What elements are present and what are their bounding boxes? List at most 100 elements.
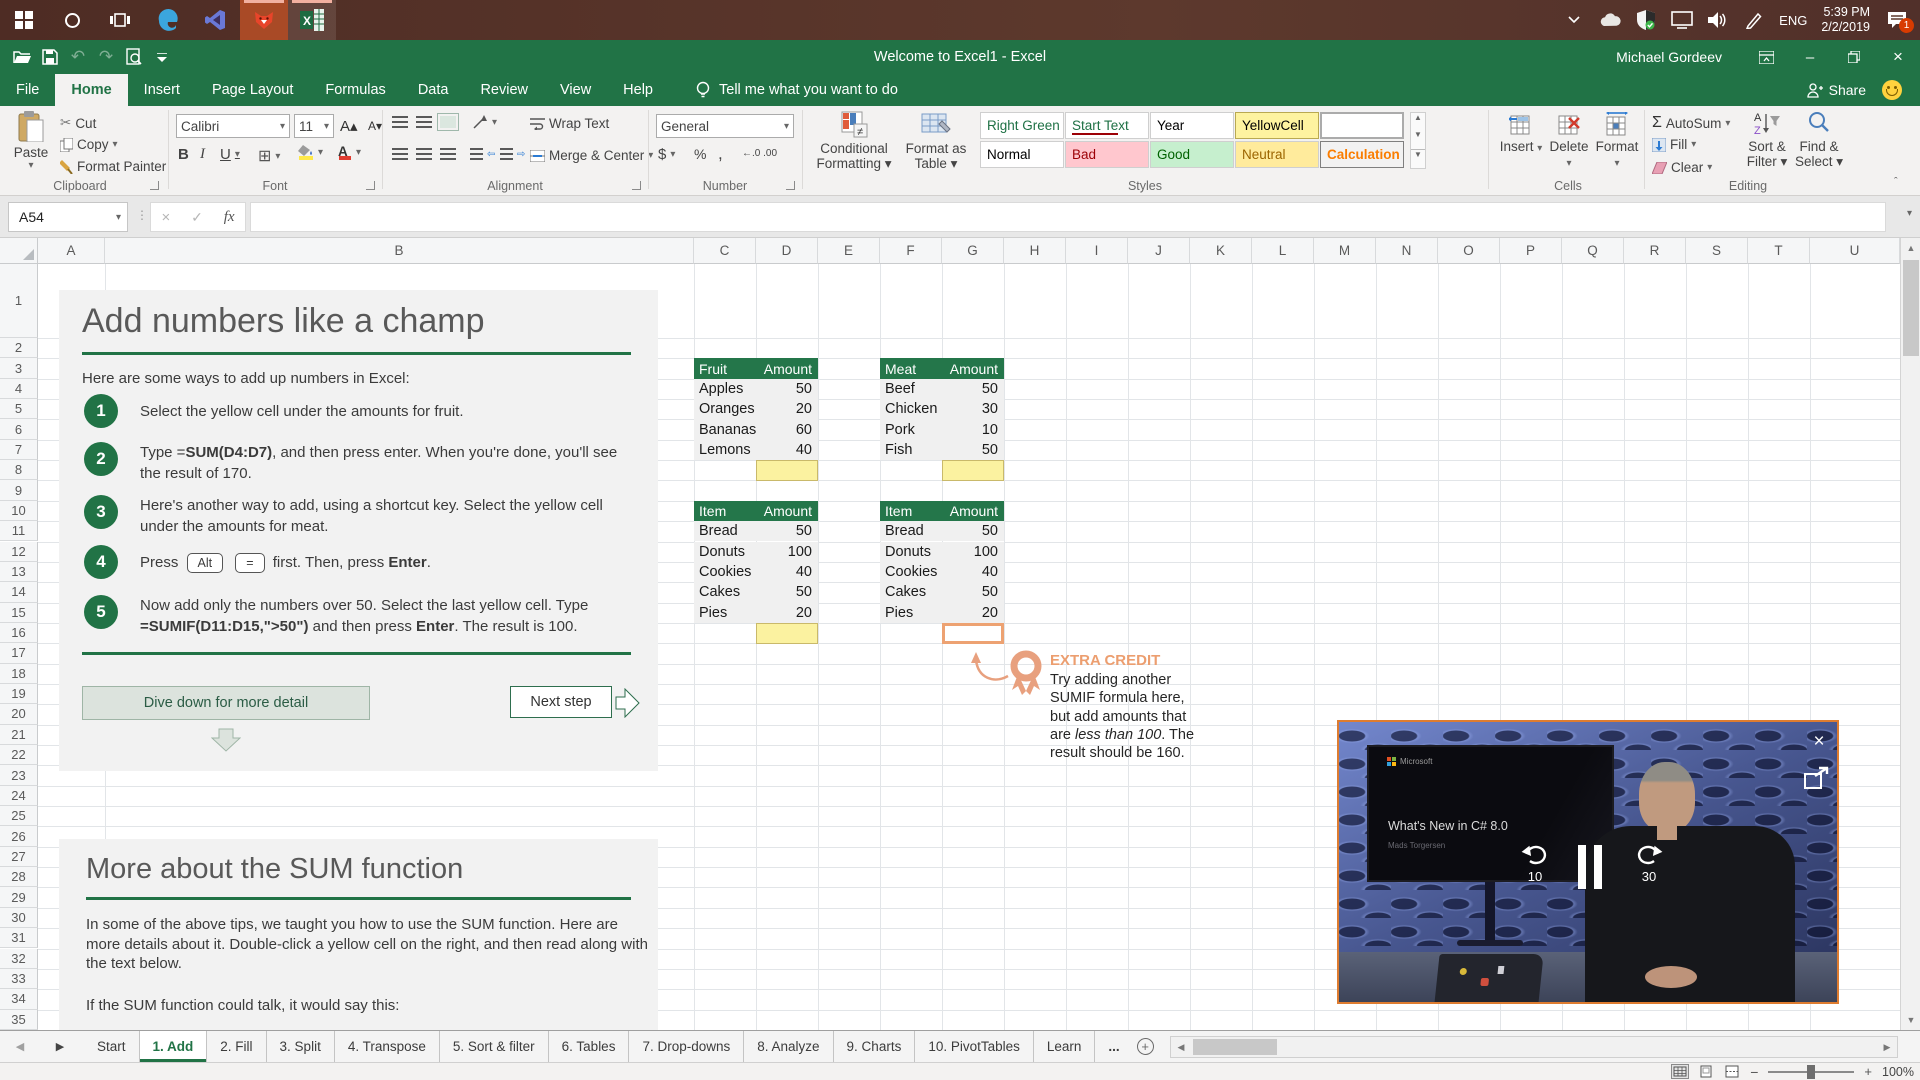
row-header-7[interactable]: 7	[0, 440, 38, 460]
cell-style-yellowcell[interactable]: YellowCell	[1235, 112, 1319, 139]
paste-button[interactable]: Paste▾	[8, 110, 54, 171]
row-header-24[interactable]: 24	[0, 786, 38, 806]
column-header-B[interactable]: B	[105, 238, 694, 264]
column-header-O[interactable]: O	[1438, 238, 1500, 264]
row-header-34[interactable]: 34	[0, 989, 38, 1009]
format-as-table-button[interactable]: Format asTable ▾	[900, 110, 972, 171]
fill-color-button[interactable]: ▾	[298, 144, 323, 160]
restore-button[interactable]	[1832, 40, 1876, 74]
column-header-H[interactable]: H	[1004, 238, 1066, 264]
meat-row-fish[interactable]: Fish50	[880, 440, 1004, 460]
item2-row-cakes[interactable]: Cakes50	[880, 582, 1004, 602]
select-all-corner[interactable]	[0, 238, 38, 264]
row-header-26[interactable]: 26	[0, 826, 38, 846]
column-header-I[interactable]: I	[1066, 238, 1128, 264]
edge-icon[interactable]	[144, 0, 192, 40]
autosum-button[interactable]: ΣAutoSum▾	[1652, 114, 1730, 132]
sheet-tab-5-sort-filter[interactable]: 5. Sort & filter	[440, 1031, 549, 1062]
sheet-nav-next-icon[interactable]: ▶	[40, 1031, 80, 1062]
ribbon-tab-view[interactable]: View	[544, 74, 607, 106]
row-header-16[interactable]: 16	[0, 623, 38, 643]
zoom-level[interactable]: 100%	[1882, 1065, 1914, 1079]
column-header-G[interactable]: G	[942, 238, 1004, 264]
font-family-select[interactable]: Calibri▾	[176, 114, 290, 138]
sheet-tab-3-split[interactable]: 3. Split	[267, 1031, 335, 1062]
decrease-indent-button[interactable]: ⇦	[470, 148, 495, 160]
column-header-Q[interactable]: Q	[1562, 238, 1624, 264]
zoom-out-button[interactable]: −	[1750, 1064, 1758, 1080]
onedrive-icon[interactable]	[1599, 9, 1621, 31]
horizontal-scrollbar[interactable]: ◀ ▶	[1170, 1036, 1898, 1058]
insert-cells-button[interactable]: Insert ▾	[1498, 112, 1544, 156]
row-header-29[interactable]: 29	[0, 887, 38, 907]
formula-input[interactable]	[250, 202, 1886, 232]
number-format-select[interactable]: General▾	[656, 114, 794, 138]
share-button[interactable]: Share	[1807, 74, 1866, 106]
volume-icon[interactable]	[1707, 9, 1729, 31]
bottom-align-button[interactable]	[440, 116, 456, 128]
close-video-icon[interactable]: ×	[1809, 732, 1829, 752]
ribbon-tab-data[interactable]: Data	[402, 74, 465, 106]
item2-row-pies[interactable]: Pies20	[880, 603, 1004, 623]
orientation-button[interactable]: ▾	[472, 114, 497, 130]
next-step-button[interactable]: Next step	[510, 686, 612, 718]
row-header-23[interactable]: 23	[0, 765, 38, 785]
cell-style-year[interactable]: Year	[1150, 112, 1234, 139]
row-header-21[interactable]: 21	[0, 725, 38, 745]
comma-style-button[interactable]: ,	[718, 144, 723, 164]
name-box-dropdown-icon[interactable]: ▾	[116, 212, 121, 223]
row-header-19[interactable]: 19	[0, 684, 38, 704]
row-header-18[interactable]: 18	[0, 664, 38, 684]
column-header-P[interactable]: P	[1500, 238, 1562, 264]
item2-table-header[interactable]: ItemAmount	[880, 501, 1004, 521]
meat-row-chicken[interactable]: Chicken30	[880, 399, 1004, 419]
fruit-row-apples[interactable]: Apples50	[694, 379, 818, 399]
grow-font-button[interactable]: A▴	[340, 117, 358, 135]
column-header-A[interactable]: A	[38, 238, 105, 264]
video-player-overlay[interactable]: Microsoft What's New in C# 8.0 Mads Torg…	[1337, 720, 1839, 1004]
pop-out-video-icon[interactable]	[1803, 766, 1831, 792]
cell-style-right-green-[interactable]: Right Green ...	[980, 112, 1064, 139]
row-header-33[interactable]: 33	[0, 969, 38, 989]
item1-row-donuts[interactable]: Donuts100	[694, 542, 818, 562]
pause-button[interactable]	[1578, 845, 1602, 889]
fruit-row-oranges[interactable]: Oranges20	[694, 399, 818, 419]
sheet-tab-learn[interactable]: Learn	[1034, 1031, 1096, 1062]
italic-button[interactable]: I	[200, 146, 205, 163]
bold-button[interactable]: B	[178, 146, 189, 163]
column-header-R[interactable]: R	[1624, 238, 1686, 264]
column-header-S[interactable]: S	[1686, 238, 1748, 264]
underline-button[interactable]: U▾	[220, 146, 240, 163]
borders-button[interactable]: ⊞▾	[258, 146, 280, 166]
conditional-formatting-button[interactable]: ≠ ConditionalFormatting ▾	[812, 110, 896, 171]
row-header-31[interactable]: 31	[0, 928, 38, 948]
merge-center-button[interactable]: Merge & Center▾	[530, 148, 653, 163]
vertical-scrollbar[interactable]: ▲ ▼	[1900, 238, 1920, 1030]
zoom-in-button[interactable]: +	[1864, 1064, 1872, 1079]
item1-table-header[interactable]: ItemAmount	[694, 501, 818, 521]
row-header-22[interactable]: 22	[0, 745, 38, 765]
column-header-D[interactable]: D	[756, 238, 818, 264]
alignment-dialog-launcher[interactable]	[632, 181, 641, 190]
language-indicator[interactable]: ENG	[1779, 13, 1807, 28]
column-header-K[interactable]: K	[1190, 238, 1252, 264]
ribbon-tab-formulas[interactable]: Formulas	[309, 74, 401, 106]
meat-table-header[interactable]: MeatAmount	[880, 358, 1004, 378]
scroll-left-icon[interactable]: ◀	[1171, 1037, 1191, 1057]
number-dialog-launcher[interactable]	[786, 181, 795, 190]
meat-yellow-answer-cell[interactable]	[942, 460, 1004, 481]
ribbon-tab-page-layout[interactable]: Page Layout	[196, 74, 309, 106]
styles-gallery-scrollbar[interactable]: ▲ ▼ ▼	[1410, 112, 1426, 169]
column-header-F[interactable]: F	[880, 238, 942, 264]
find-select-button[interactable]: Find &Select ▾	[1794, 110, 1844, 169]
format-painter-button[interactable]: Format Painter	[60, 159, 166, 174]
item2-row-cookies[interactable]: Cookies40	[880, 562, 1004, 582]
wrap-text-button[interactable]: Wrap Text	[530, 116, 609, 131]
column-header-N[interactable]: N	[1376, 238, 1438, 264]
zoom-slider[interactable]	[1768, 1065, 1854, 1079]
display-connect-icon[interactable]	[1671, 9, 1693, 31]
cut-button[interactable]: ✂Cut	[60, 115, 96, 131]
sheet-tab-6-tables[interactable]: 6. Tables	[549, 1031, 630, 1062]
meat-row-pork[interactable]: Pork10	[880, 419, 1004, 439]
sheet-tab-8-analyze[interactable]: 8. Analyze	[744, 1031, 833, 1062]
